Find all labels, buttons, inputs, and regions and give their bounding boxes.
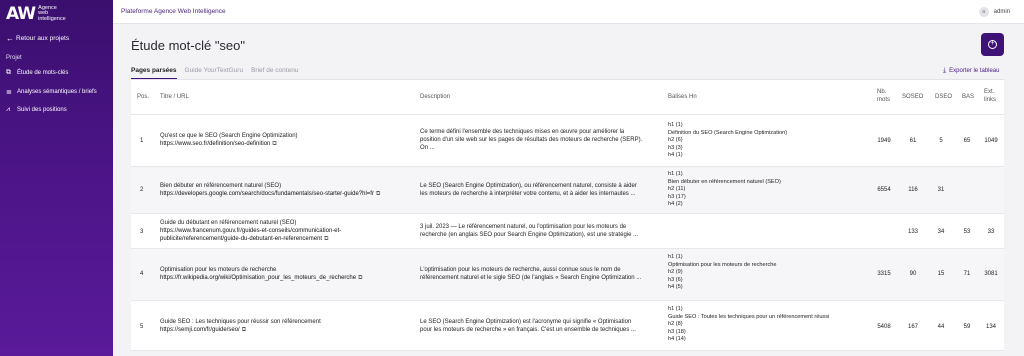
sidebar: AW Agence web intelligence ← Retour aux … — [0, 0, 113, 356]
section-label: Projet — [6, 55, 22, 61]
add-button[interactable]: + — [981, 33, 1004, 56]
row-dseo: 34 — [937, 229, 945, 235]
external-link-icon: ⧉ — [272, 141, 277, 147]
header-description[interactable]: Description — [420, 94, 450, 100]
pages-table: Pos. Titre / URL Description Balises Hn … — [131, 80, 1004, 351]
app-title: Plateforme Agence Web Intelligence — [121, 8, 226, 15]
row-soseo: 133 — [907, 229, 918, 235]
row-soseo: 90 — [909, 271, 917, 277]
row-pos: 1 — [140, 138, 144, 144]
table-row[interactable]: 4 Optimisation pour les moteurs de reche… — [131, 249, 1004, 301]
logo-mark: AW — [6, 4, 36, 24]
username: admin — [993, 9, 1010, 15]
row-bas: 71 — [963, 271, 971, 277]
sidebar-item-position-tracking[interactable]: ⩘ Suivi des positions — [6, 106, 67, 114]
row-pos: 5 — [140, 324, 144, 330]
row-title-url: Optimisation pour les moteurs de recherc… — [160, 266, 362, 282]
header-bas[interactable]: BAS — [962, 94, 974, 100]
chart-icon: ⩘ — [6, 106, 10, 113]
row-url[interactable]: https://semji.com/fr/guide/seo/⧉ — [160, 326, 321, 334]
external-link-icon: ⧉ — [324, 236, 329, 242]
table-header: Pos. Titre / URL Description Balises Hn … — [131, 80, 1004, 115]
row-description: Le SEO (Search Engine Optimization) est … — [420, 319, 636, 333]
row-nbmots: 1949 — [877, 138, 891, 144]
external-link-icon: ⧉ — [241, 327, 246, 333]
tab-pages-parsed[interactable]: Pages parsées — [131, 67, 177, 79]
row-url[interactable]: https://fr.wikipedia.org/wiki/Optimisati… — [160, 274, 362, 282]
header-ext-links[interactable]: Ext. links — [984, 88, 996, 104]
row-bas: 59 — [963, 324, 971, 330]
avatar: a — [978, 7, 989, 17]
row-ext-links: 33 — [987, 229, 995, 235]
topbar: Plateforme Agence Web Intelligence a adm… — [113, 0, 1024, 24]
header-nbmots[interactable]: Nb. mots — [877, 88, 890, 104]
header-soseo[interactable]: SOSEO — [902, 94, 923, 100]
row-url[interactable]: https://www.francenum.gouv.fr/guides-et-… — [160, 227, 341, 243]
header-pos[interactable]: Pos. — [137, 94, 149, 100]
row-title: Qu'est ce que le SEO (Search Engine Opti… — [160, 133, 298, 139]
row-hn: h1 (1) Définition du SEO (Search Engine O… — [668, 122, 788, 159]
sidebar-item-semantic-analyses[interactable]: ≣ Analyses sémantiques / briefs — [6, 88, 97, 96]
row-url[interactable]: https://developers.google.com/search/doc… — [160, 190, 380, 198]
row-title: Guide SEO : Les techniques pour réussir … — [160, 319, 321, 325]
row-title-url: Guide SEO : Les techniques pour réussir … — [160, 318, 321, 334]
plus-circle-icon: + — [988, 40, 997, 49]
table-row[interactable]: 3 Guide du débutant en référencement nat… — [131, 214, 1004, 249]
table-row[interactable]: 5 Guide SEO : Les techniques pour réussi… — [131, 301, 1004, 351]
row-hn: h1 (1) Guide SEO : Toutes les techniques … — [668, 306, 830, 343]
tab-content-brief[interactable]: Brief de contenu — [251, 67, 298, 79]
row-ext-links: 1049 — [984, 138, 998, 144]
header-title[interactable]: Titre / URL — [160, 94, 189, 100]
row-dseo: 15 — [937, 271, 945, 277]
row-dseo: 44 — [937, 324, 945, 330]
table-row[interactable]: 2 Bien débuter en référencement naturel … — [131, 167, 1004, 214]
back-to-projects-link[interactable]: ← Retour aux projets — [6, 34, 69, 43]
row-hn: h1 (1) Bien débuter en référencement natu… — [668, 171, 781, 208]
row-soseo: 61 — [909, 138, 917, 144]
row-soseo: 167 — [907, 324, 918, 330]
table-row[interactable]: 1 Qu'est ce que le SEO (Search Engine Op… — [131, 115, 1004, 167]
row-pos: 4 — [140, 271, 144, 277]
tab-guide-yourtextguru[interactable]: Guide YourTextGuru — [185, 67, 244, 79]
row-title-url: Bien débuter en référencement naturel (S… — [160, 182, 380, 198]
row-title-url: Qu'est ce que le SEO (Search Engine Opti… — [160, 132, 298, 148]
row-title: Optimisation pour les moteurs de recherc… — [160, 267, 277, 273]
row-description: Ce terme défini l'ensemble des technique… — [420, 129, 643, 151]
logo-text: Agence web intelligence — [38, 4, 66, 22]
export-table-button[interactable]: ⤓ Exporter le tableau — [943, 67, 999, 75]
download-icon: ⤓ — [943, 67, 947, 74]
row-nbmots: 3315 — [877, 271, 891, 277]
row-bas: 53 — [963, 229, 971, 235]
row-title: Bien débuter en référencement naturel (S… — [160, 183, 282, 189]
sidebar-item-keyword-study[interactable]: ⧉ Étude de mots-clés — [6, 69, 68, 77]
header-dseo[interactable]: DSEO — [935, 94, 952, 100]
row-ext-links: 3081 — [984, 271, 998, 277]
external-link-icon: ⧉ — [375, 191, 381, 197]
logo[interactable]: AW Agence web intelligence — [6, 5, 66, 23]
header-hn[interactable]: Balises Hn — [668, 94, 697, 100]
page-title: Étude mot-clé "seo" — [131, 38, 246, 53]
row-nbmots: 6554 — [877, 187, 891, 193]
arrow-left-icon: ← — [6, 34, 14, 43]
user-menu[interactable]: a admin — [978, 7, 1010, 17]
row-description: 3 juil. 2023 — Le référencement naturel,… — [420, 224, 639, 238]
external-link-icon: ⧉ — [358, 275, 363, 281]
row-soseo: 116 — [908, 187, 918, 193]
row-pos: 3 — [140, 229, 144, 235]
row-hn: h1 (1) Optimisation pour les moteurs de r… — [668, 254, 777, 291]
row-dseo: 5 — [939, 138, 943, 144]
row-nbmots: 5408 — [877, 324, 891, 330]
row-dseo: 31 — [937, 187, 945, 193]
row-bas: 65 — [963, 138, 971, 144]
row-ext-links: 134 — [985, 324, 996, 330]
tabs: Pages parsées Guide YourTextGuru Brief d… — [131, 67, 306, 79]
row-pos: 2 — [140, 187, 144, 193]
row-title: Guide du débutant en référencement natur… — [160, 220, 297, 226]
row-description: Le SEO (Search Engine Optimization), ou … — [420, 183, 637, 197]
list-icon: ≣ — [6, 89, 12, 96]
row-title-url: Guide du débutant en référencement natur… — [160, 219, 341, 243]
copy-icon: ⧉ — [6, 69, 11, 76]
row-description: L'optimisation pour les moteurs de reche… — [420, 267, 642, 281]
row-url[interactable]: https://www.seo.fr/definition/seo-defini… — [160, 140, 298, 148]
